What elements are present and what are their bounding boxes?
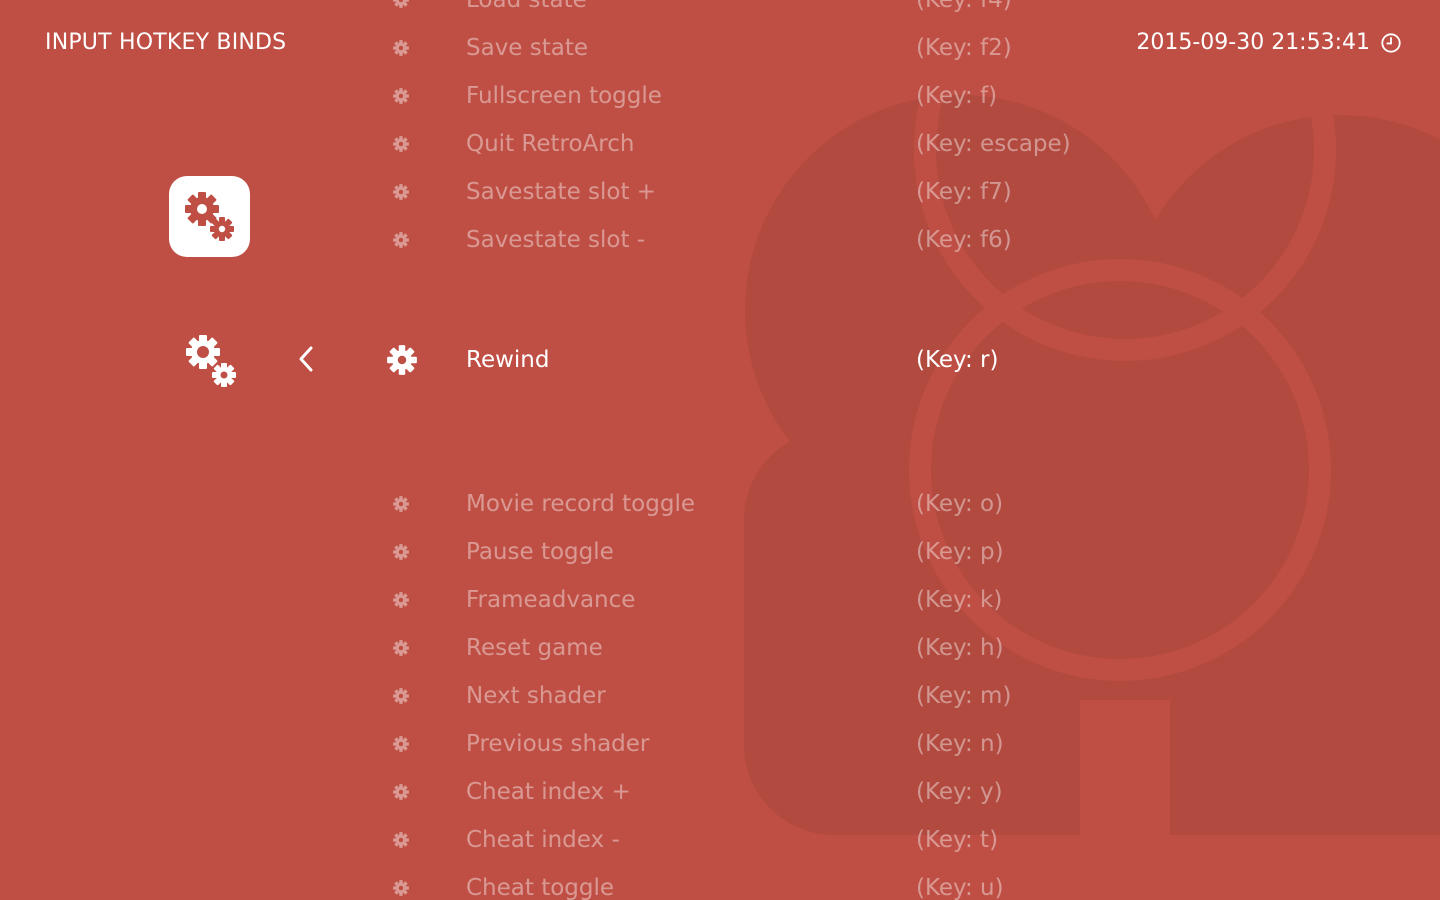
gear-icon-wrapper <box>392 543 410 561</box>
menu-item-value: (Key: p) <box>916 539 1004 565</box>
menu-item[interactable]: Load state (Key: f4) <box>380 0 1280 20</box>
menu-item[interactable]: Reset game (Key: h) <box>380 628 1280 668</box>
menu-item-value: (Key: f4) <box>916 0 1012 13</box>
menu-item-label: Frameadvance <box>466 587 636 613</box>
hotkey-menu-list: Load state (Key: f4) Save state (Key: f2) Fu… <box>0 0 1440 900</box>
menu-item[interactable]: Savestate slot - (Key: f6) <box>380 220 1280 260</box>
gear-icon-wrapper <box>392 135 410 153</box>
menu-item-label: Fullscreen toggle <box>466 83 662 109</box>
menu-item-value: (Key: h) <box>916 635 1004 661</box>
menu-item-value: (Key: n) <box>916 731 1004 757</box>
gear-icon <box>393 136 409 152</box>
gear-icon <box>387 345 417 375</box>
gear-icon <box>393 592 409 608</box>
menu-item-value: (Key: y) <box>916 779 1003 805</box>
menu-item-value: (Key: f) <box>916 83 998 109</box>
gear-icon <box>393 688 409 704</box>
gear-icon <box>393 40 409 56</box>
gear-icon <box>393 736 409 752</box>
gear-icon-wrapper <box>392 783 410 801</box>
menu-item-value: (Key: f2) <box>916 35 1012 61</box>
menu-item-label: Next shader <box>466 683 606 709</box>
gear-icon <box>393 184 409 200</box>
menu-item[interactable]: Cheat index - (Key: t) <box>380 820 1280 860</box>
gear-icon-wrapper <box>392 879 410 897</box>
menu-item-label: Rewind <box>466 347 550 373</box>
gear-icon <box>393 640 409 656</box>
gear-icon <box>393 232 409 248</box>
gear-icon-wrapper <box>392 87 410 105</box>
gear-icon <box>393 832 409 848</box>
menu-item-label: Load state <box>466 0 587 13</box>
menu-item[interactable]: Quit RetroArch (Key: escape) <box>380 124 1280 164</box>
gear-icon <box>393 88 409 104</box>
gear-icon <box>393 544 409 560</box>
menu-item-label: Pause toggle <box>466 539 614 565</box>
menu-item-label: Savestate slot - <box>466 227 646 253</box>
gear-icon <box>393 0 409 8</box>
menu-item-label: Savestate slot + <box>466 179 657 205</box>
gear-icon-wrapper <box>392 591 410 609</box>
menu-item-value: (Key: o) <box>916 491 1004 517</box>
gear-icon-wrapper <box>392 639 410 657</box>
menu-item-label: Cheat index + <box>466 779 631 805</box>
menu-item-value: (Key: m) <box>916 683 1012 709</box>
menu-item-label: Cheat index - <box>466 827 620 853</box>
gear-icon-wrapper <box>392 831 410 849</box>
gear-icon-wrapper <box>392 495 410 513</box>
menu-item[interactable]: Save state (Key: f2) <box>380 28 1280 68</box>
gear-icon-wrapper <box>392 735 410 753</box>
menu-item-value: (Key: t) <box>916 827 999 853</box>
menu-item-label: Quit RetroArch <box>466 131 635 157</box>
gear-icon <box>393 496 409 512</box>
menu-item[interactable]: Cheat index + (Key: y) <box>380 772 1280 812</box>
menu-item-value: (Key: k) <box>916 587 1003 613</box>
gear-icon-wrapper <box>392 39 410 57</box>
gear-icon <box>393 880 409 896</box>
gear-icon-wrapper <box>392 687 410 705</box>
menu-item[interactable]: Savestate slot + (Key: f7) <box>380 172 1280 212</box>
menu-item[interactable]: Rewind (Key: r) <box>380 340 1280 380</box>
menu-item[interactable]: Cheat toggle (Key: u) <box>380 868 1280 900</box>
gear-icon-wrapper <box>385 343 419 377</box>
menu-item[interactable]: Fullscreen toggle (Key: f) <box>380 76 1280 116</box>
menu-item-label: Previous shader <box>466 731 650 757</box>
menu-item[interactable]: Pause toggle (Key: p) <box>380 532 1280 572</box>
menu-item-value: (Key: escape) <box>916 131 1071 157</box>
menu-item[interactable]: Movie record toggle (Key: o) <box>380 484 1280 524</box>
menu-item[interactable]: Frameadvance (Key: k) <box>380 580 1280 620</box>
menu-item-label: Cheat toggle <box>466 875 615 900</box>
gear-icon-wrapper <box>392 0 410 9</box>
menu-item-value: (Key: r) <box>916 347 999 373</box>
menu-item-label: Reset game <box>466 635 603 661</box>
menu-item-value: (Key: f7) <box>916 179 1012 205</box>
menu-item-value: (Key: u) <box>916 875 1004 900</box>
gear-icon-wrapper <box>392 231 410 249</box>
menu-item-label: Movie record toggle <box>466 491 695 517</box>
gear-icon-wrapper <box>392 183 410 201</box>
menu-item[interactable]: Next shader (Key: m) <box>380 676 1280 716</box>
gear-icon <box>393 784 409 800</box>
menu-item-value: (Key: f6) <box>916 227 1012 253</box>
menu-item[interactable]: Previous shader (Key: n) <box>380 724 1280 764</box>
menu-item-label: Save state <box>466 35 589 61</box>
